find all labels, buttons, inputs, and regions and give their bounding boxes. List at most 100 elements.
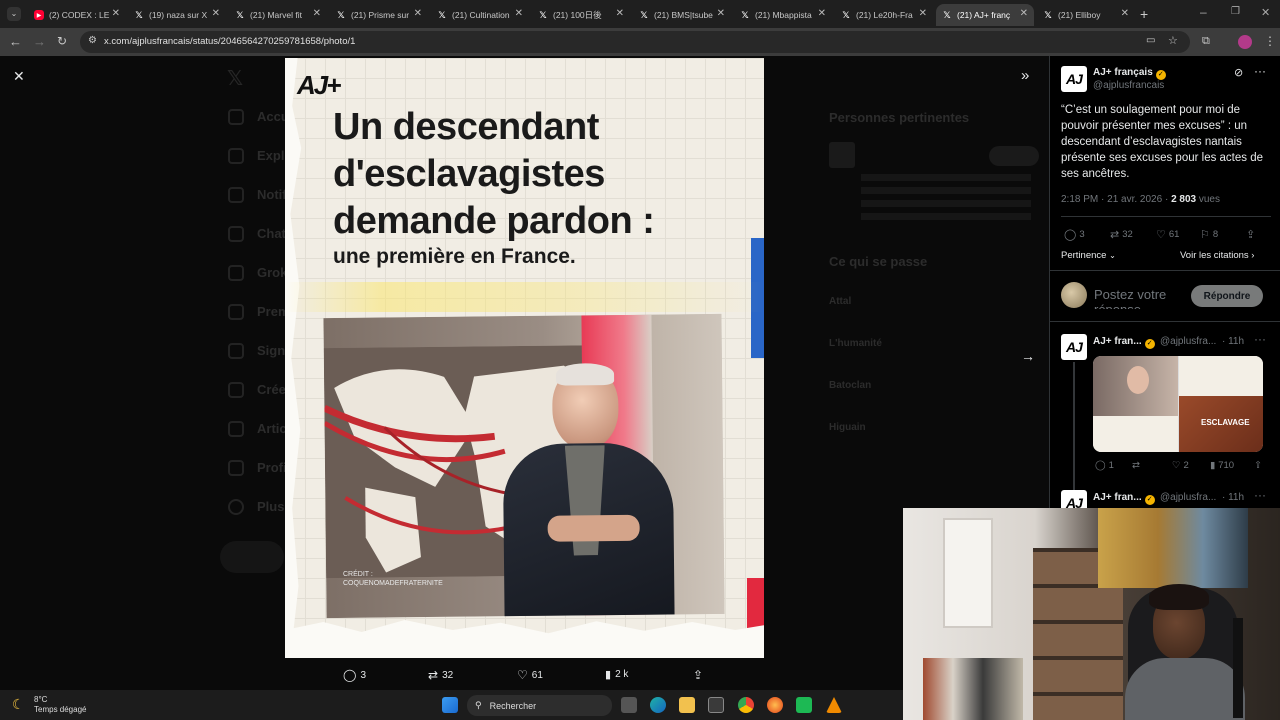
close-tab-icon[interactable]: ✕ [919, 8, 927, 19]
minimize-icon[interactable]: – [1200, 5, 1207, 19]
tab-3[interactable]: 𝕏 (21) Prisme sur ✕ [330, 4, 428, 26]
close-tab-icon[interactable]: ✕ [616, 8, 624, 19]
thread-time[interactable]: · 11h [1222, 336, 1244, 347]
thread-like-stat[interactable]: ♡ 2 [1172, 460, 1189, 471]
thumb-esclavage-word: ESCLAVAGE [1201, 418, 1250, 427]
close-tab-icon[interactable]: ✕ [414, 8, 422, 19]
store-icon[interactable] [708, 697, 724, 713]
install-app-icon[interactable]: ▭ [1146, 35, 1155, 46]
thread-handle[interactable]: @ajplusfra... [1160, 492, 1216, 503]
chrome-icon[interactable] [738, 697, 754, 713]
close-tab-icon[interactable]: ✕ [313, 8, 321, 19]
reload-icon[interactable]: ↻ [57, 34, 67, 48]
collapse-panel-icon[interactable]: » [1021, 67, 1029, 84]
repost-action[interactable]: ⇄ 32 [428, 668, 453, 682]
views-action[interactable]: ▮ 2 k [605, 668, 628, 681]
x-icon: 𝕏 [842, 9, 850, 20]
tab-9-active[interactable]: 𝕏 (21) AJ+ franç ✕ [936, 4, 1034, 26]
file-explorer-icon[interactable] [679, 697, 695, 713]
tab-5[interactable]: 𝕏 (21) 100日後 ✕ [532, 4, 630, 26]
maximize-icon[interactable]: ❐ [1231, 6, 1240, 17]
profile-icon [228, 460, 244, 476]
thread-share-stat[interactable]: ⇪ [1254, 460, 1262, 471]
like-stat[interactable]: ♡ 61 [1156, 228, 1179, 241]
extensions-icon[interactable]: ⧉ [1202, 35, 1210, 48]
close-tab-icon[interactable]: ✕ [212, 8, 220, 19]
thumb-head [1127, 366, 1149, 394]
grok-icon[interactable]: ⊘ [1234, 66, 1243, 79]
taskbar-search[interactable]: ⚲ Rechercher [467, 695, 612, 716]
like-action[interactable]: ♡ 61 [517, 668, 543, 682]
tab-0[interactable]: ▶ (2) CODEX : LE ✕ [28, 4, 126, 26]
menu-kebab-icon[interactable]: ⋮ [1264, 34, 1276, 48]
thread-repost-stat[interactable]: ⇄ [1132, 460, 1143, 471]
share-action[interactable]: ⇪ [693, 668, 703, 682]
close-tab-icon[interactable]: ✕ [1020, 8, 1028, 19]
thread-time[interactable]: · 11h [1222, 492, 1244, 503]
sort-replies-dropdown[interactable]: Pertinence ⌄ [1061, 250, 1116, 261]
profile-avatar-icon[interactable] [1238, 35, 1252, 49]
more-options-icon[interactable]: ··· [1254, 488, 1266, 502]
close-tab-icon[interactable]: ✕ [717, 8, 725, 19]
firefox-icon[interactable] [767, 697, 783, 713]
tab-2[interactable]: 𝕏 (21) Marvel fit ✕ [229, 4, 327, 26]
man-hands [547, 514, 640, 542]
close-tab-icon[interactable]: ✕ [112, 8, 120, 19]
close-tab-icon[interactable]: ✕ [1121, 8, 1129, 19]
thread-avatar[interactable]: AJ [1061, 334, 1087, 360]
forward-arrow-icon[interactable]: → [33, 34, 46, 49]
close-tab-icon[interactable]: ✕ [515, 8, 523, 19]
webcam-person-hair [1149, 584, 1209, 610]
tab-6[interactable]: 𝕏 (21) BMS|tsube ✕ [633, 4, 731, 26]
more-options-icon[interactable]: ··· [1254, 64, 1266, 78]
thread-reply-stat[interactable]: ◯ 1 [1095, 460, 1114, 471]
tab-search-chevron-icon[interactable]: ⌄ [7, 7, 21, 21]
timestamp-text[interactable]: 2:18 PM · 21 avr. 2026 · [1061, 194, 1171, 205]
relevant-person-avatar [829, 142, 855, 168]
tweet-text: “C’est un soulagement pour moi de pouvoi… [1061, 104, 1264, 180]
back-arrow-icon[interactable]: ← [9, 34, 22, 49]
vlc-icon[interactable] [826, 697, 842, 713]
bookmark-star-icon[interactable]: ☆ [1168, 34, 1178, 47]
author-name[interactable]: AJ+ français ✓ [1093, 67, 1166, 80]
follow-button-dim [989, 146, 1039, 166]
site-info-icon[interactable]: ⚙ [88, 35, 97, 46]
close-tab-icon[interactable]: ✕ [818, 8, 826, 19]
tab-1[interactable]: 𝕏 (19) naza sur X ✕ [128, 4, 226, 26]
thread-handle[interactable]: @ajplusfra... [1160, 336, 1216, 347]
thread-author[interactable]: AJ+ fran... ✓ [1093, 336, 1155, 349]
tab-8[interactable]: 𝕏 (21) Le20h-Fra ✕ [835, 4, 933, 26]
thread-media[interactable]: ESCLAVAGE [1093, 356, 1263, 452]
author-avatar[interactable]: AJ [1061, 66, 1087, 92]
repost-stat[interactable]: ⇄ 32 [1110, 228, 1133, 241]
windows-start-icon[interactable] [442, 697, 458, 713]
bookmark-stat[interactable]: ⚐ 8 [1200, 228, 1218, 241]
view-quotes-link[interactable]: Voir les citations › [1180, 250, 1254, 261]
tab-strip: ⌄ ▶ (2) CODEX : LE ✕ 𝕏 (19) naza sur X ✕… [0, 0, 1280, 28]
background-post-button [220, 541, 284, 573]
author-handle[interactable]: @ajplusfrancais [1093, 80, 1164, 91]
tab-10[interactable]: 𝕏 (21) Elliboy ✕ [1037, 4, 1135, 26]
thread-views-count: 710 [1218, 460, 1235, 471]
thread-views-stat[interactable]: ▮ 710 [1210, 460, 1234, 471]
reply-input[interactable]: Postez votre réponse [1094, 287, 1184, 309]
task-view-icon[interactable] [621, 697, 637, 713]
weather-widget[interactable]: 8°C Temps dégagé [34, 695, 86, 715]
new-tab-plus-icon[interactable]: + [1140, 6, 1148, 22]
url-bar[interactable]: ⚙ x.com/ajplusfrancais/status/2046564270… [80, 31, 1190, 53]
tab-4[interactable]: 𝕏 (21) Cultination ✕ [431, 4, 529, 26]
app-green-icon[interactable] [796, 697, 812, 713]
thread-author[interactable]: AJ+ fran... ✓ [1093, 492, 1155, 505]
reply-stat[interactable]: ◯ 3 [1064, 228, 1085, 241]
tab-7[interactable]: 𝕏 (21) Mbappista ✕ [734, 4, 832, 26]
edge-icon[interactable] [650, 697, 666, 713]
reply-action[interactable]: ◯ 3 [343, 668, 366, 682]
reply-button[interactable]: Répondre [1191, 285, 1263, 307]
close-viewer-icon[interactable]: ✕ [13, 68, 25, 85]
share-stat[interactable]: ⇪ [1246, 228, 1255, 241]
post-image[interactable]: AJ+ Un descendant d'esclavagistes demand… [285, 58, 764, 658]
next-image-arrow-icon[interactable]: → [1021, 348, 1035, 364]
x-icon: 𝕏 [337, 9, 345, 20]
more-options-icon[interactable]: ··· [1254, 332, 1266, 346]
close-window-icon[interactable]: ✕ [1261, 6, 1270, 19]
